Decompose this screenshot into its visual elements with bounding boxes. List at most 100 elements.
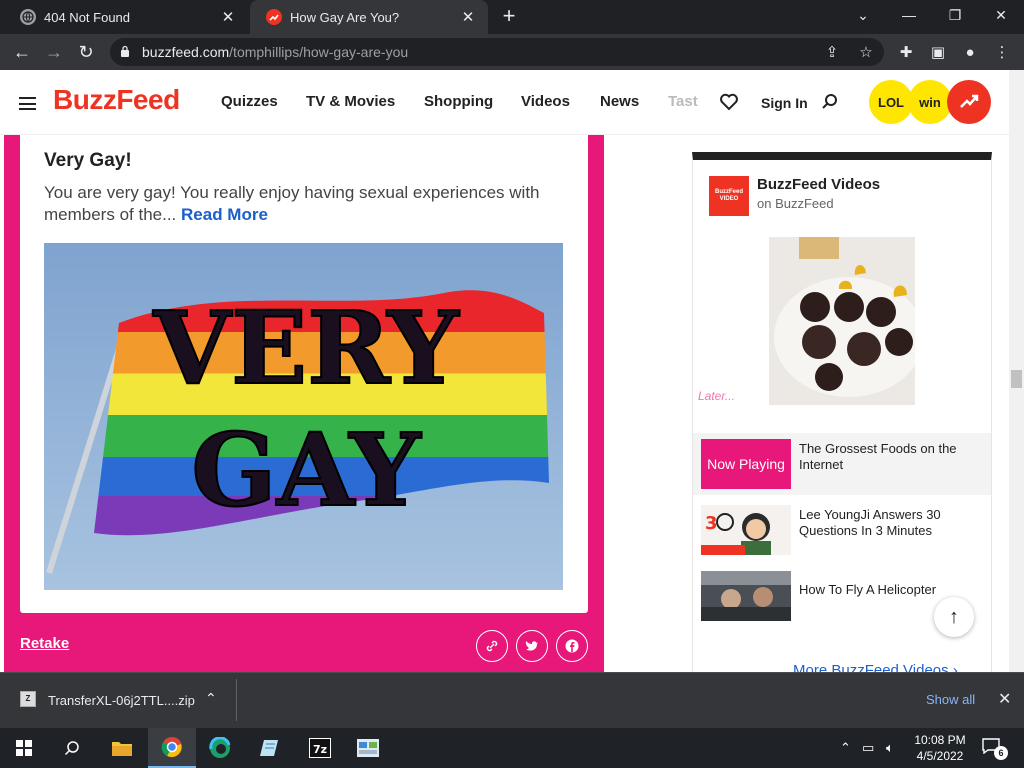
result-title: Very Gay! [44, 150, 132, 171]
volume-icon[interactable]: 🔈︎ [886, 740, 894, 756]
video-player[interactable] [769, 237, 915, 405]
result-description-text: You are very gay! You really enjoy havin… [44, 183, 540, 224]
lol-badge[interactable]: LOL [869, 80, 913, 124]
notification-count: 6 [994, 746, 1008, 760]
clock-date: 4/5/2022 [916, 749, 964, 763]
extensions-icon[interactable]: ✚ [896, 42, 916, 62]
video-sidebar: BuzzFeed VIDEO BuzzFeed Videos on BuzzFe… [692, 152, 992, 672]
page-scrollbar[interactable] [1009, 70, 1024, 672]
download-file-name[interactable]: TransferXL-06j2TTL....zip [48, 693, 195, 708]
zip-file-icon: Z [20, 691, 36, 707]
new-tab-button[interactable]: + [498, 5, 520, 28]
image-text-very: VERY [152, 289, 460, 407]
video-thumbnail: 3 [701, 505, 791, 555]
reload-button[interactable]: ↻ [74, 40, 98, 64]
search-icon[interactable] [821, 93, 839, 116]
sign-in-link[interactable]: Sign In [761, 95, 808, 111]
copy-link-icon[interactable] [476, 630, 508, 662]
svg-text:7z: 7z [313, 743, 327, 756]
hamburger-menu-icon[interactable] [19, 97, 36, 110]
more-videos-link[interactable]: More BuzzFeed Videos › [793, 662, 958, 672]
close-download-bar-icon[interactable]: ✕ [998, 689, 1011, 709]
scroll-to-top-button[interactable]: ↑ [934, 597, 974, 637]
video-list-item[interactable]: Now Playing The Grossest Foods on the In… [693, 433, 991, 495]
read-more-link[interactable]: Read More [181, 205, 268, 224]
later-watermark: Later... [698, 389, 735, 403]
image-text-gay: GAY [191, 411, 422, 529]
now-playing-label: Now Playing [701, 439, 791, 489]
nav-shopping[interactable]: Shopping [424, 93, 493, 110]
tab-404-not-found[interactable]: 404 Not Found ✕ [4, 0, 248, 34]
nav-quizzes[interactable]: Quizzes [221, 93, 278, 110]
close-window-button[interactable]: ✕ [986, 4, 1016, 26]
minimize-button[interactable]: — [894, 4, 924, 26]
share-icon[interactable]: ⇪ [822, 42, 842, 62]
retake-link[interactable]: Retake [20, 635, 69, 652]
back-button[interactable]: ← [10, 40, 34, 64]
clock-time: 10:08 PM [914, 733, 966, 747]
close-tab-icon[interactable]: ✕ [218, 7, 238, 27]
video-title: How To Fly A Helicopter [799, 582, 937, 597]
win-badge[interactable]: win [908, 80, 952, 124]
result-card: Very Gay! You are very gay! You really e… [4, 135, 604, 672]
notifications-icon[interactable]: 6 [982, 738, 1008, 760]
video-channel-title[interactable]: BuzzFeed Videos [757, 176, 880, 193]
video-list-item[interactable]: 3 Lee YoungJi Answers 30 Questions In 3 … [693, 499, 991, 561]
edge-icon[interactable] [196, 728, 244, 768]
nav-videos[interactable]: Videos [521, 93, 570, 110]
heart-icon[interactable] [719, 92, 739, 117]
close-tab-icon[interactable]: ✕ [458, 7, 478, 27]
tab-title: How Gay Are You? [290, 9, 400, 25]
globe-icon [20, 9, 36, 25]
windows-taskbar: 7z ⌃ ▭ 🔈︎ 10:08 PM 4/5/2022 6 [0, 728, 1024, 768]
video-thumbnail [701, 571, 791, 621]
profile-icon[interactable]: ● [960, 42, 980, 62]
nav-tasty[interactable]: Tast [668, 93, 698, 110]
buzzfeed-favicon-icon [266, 9, 282, 25]
tab-how-gay-are-you[interactable]: How Gay Are You? ✕ [250, 0, 488, 34]
control-panel-icon[interactable] [344, 728, 392, 768]
twitter-icon[interactable] [516, 630, 548, 662]
site-header: BuzzFeed Quizzes TV & Movies Shopping Vi… [0, 70, 1009, 135]
7zip-icon[interactable]: 7z [296, 728, 344, 768]
divider [236, 679, 237, 721]
nav-news[interactable]: News [600, 93, 639, 110]
scrollbar-thumb[interactable] [1011, 370, 1022, 388]
url-path: /tomphillips/how-gay-are-you [229, 44, 409, 60]
chrome-taskbar-icon[interactable] [148, 728, 196, 768]
network-icon[interactable]: ▭ [862, 740, 874, 756]
tab-search-icon[interactable]: ⌄ [848, 4, 878, 26]
result-description: You are very gay! You really enjoy havin… [44, 182, 574, 226]
buzzfeed-video-logo: BuzzFeed VIDEO [709, 176, 749, 216]
facebook-icon[interactable] [556, 630, 588, 662]
address-bar[interactable]: buzzfeed.com/tomphillips/how-gay-are-you… [110, 38, 884, 66]
url-host: buzzfeed.com [142, 44, 230, 60]
show-all-downloads-button[interactable]: Show all [926, 692, 975, 707]
tab-title: 404 Not Found [44, 9, 131, 25]
restore-button[interactable]: ❐ [940, 4, 970, 26]
svg-text:3: 3 [705, 513, 718, 534]
clock[interactable]: 10:08 PM 4/5/2022 [912, 732, 968, 764]
video-title: The Grossest Foods on the Internet [799, 441, 957, 472]
chevron-up-icon[interactable]: ⌃ [205, 690, 217, 707]
notepad-icon[interactable] [246, 728, 294, 768]
search-icon[interactable] [48, 728, 96, 768]
windows-start-icon[interactable] [0, 728, 48, 768]
forward-button[interactable]: → [42, 40, 66, 64]
result-image: VERY GAY [44, 243, 563, 590]
browser-toolbar: ← → ↻ buzzfeed.com/tomphillips/how-gay-a… [0, 34, 1024, 70]
url-text: buzzfeed.com/tomphillips/how-gay-are-you [142, 44, 408, 60]
video-channel-source: on BuzzFeed [757, 196, 834, 211]
trending-badge-icon[interactable] [947, 80, 991, 124]
menu-kebab-icon[interactable]: ⋮ [992, 42, 1012, 62]
download-bar: Z TransferXL-06j2TTL....zip ⌃ Show all ✕ [0, 672, 1024, 728]
side-panel-icon[interactable]: ▣ [928, 42, 948, 62]
browser-tab-strip: 404 Not Found ✕ How Gay Are You? ✕ + ⌄ —… [0, 0, 1024, 34]
show-hidden-icons-chevron-icon[interactable]: ⌃ [840, 740, 851, 756]
page-content: Very Gay! You are very gay! You really e… [0, 135, 1009, 672]
lock-icon [121, 45, 129, 57]
bookmark-star-icon[interactable]: ☆ [856, 42, 876, 62]
file-explorer-icon[interactable] [98, 728, 146, 768]
nav-tv-movies[interactable]: TV & Movies [306, 93, 395, 110]
buzzfeed-logo[interactable]: BuzzFeed [53, 84, 180, 116]
